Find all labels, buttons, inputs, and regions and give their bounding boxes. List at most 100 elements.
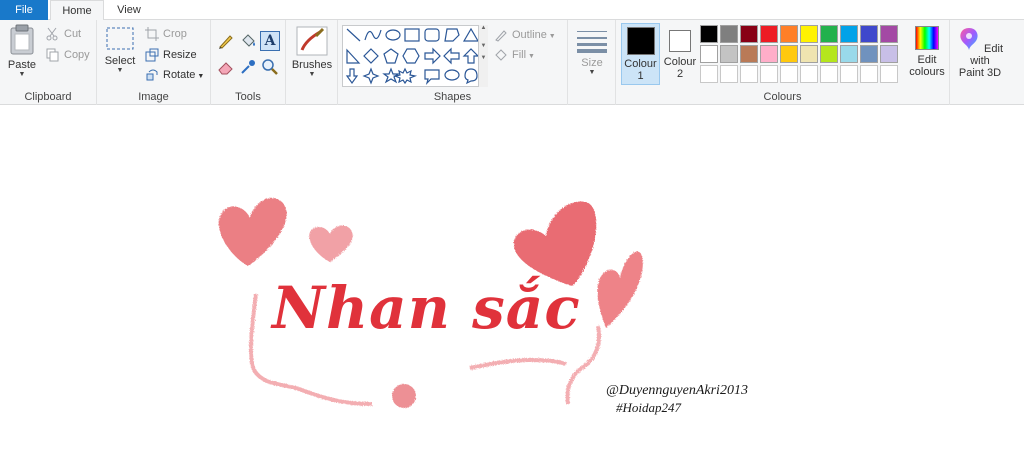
colour2-swatch: [669, 30, 691, 52]
rotate-button[interactable]: Rotate ▼: [145, 66, 204, 84]
palette-swatch[interactable]: [740, 45, 758, 63]
heart-drawing-1: [218, 197, 287, 266]
cut-label: Cut: [64, 28, 82, 40]
pencil-icon[interactable]: [217, 32, 235, 50]
paint3d-label-2: Paint 3D: [958, 67, 1002, 79]
resize-button[interactable]: Resize: [145, 46, 197, 64]
paste-button[interactable]: Paste ▼: [4, 24, 40, 79]
cut-button[interactable]: Cut: [46, 25, 81, 43]
shapes-group: ▲ ▼ ▼ Outline ▼ Fill ▼ Shapes: [338, 20, 568, 105]
select-button[interactable]: Select ▼: [103, 26, 137, 75]
brushes-group: Brushes ▼: [286, 20, 338, 105]
palette-custom-slot[interactable]: [780, 65, 798, 83]
brushes-button[interactable]: Brushes ▼: [290, 26, 334, 79]
palette-swatch[interactable]: [860, 25, 878, 43]
palette-swatch[interactable]: [820, 25, 838, 43]
copy-icon: [46, 48, 59, 62]
shapes-gallery-scroll[interactable]: ▲ ▼ ▼: [478, 25, 488, 87]
palette-custom-slot[interactable]: [720, 65, 738, 83]
palette-custom-slot[interactable]: [800, 65, 818, 83]
paint3d-group: Edit with Paint 3D: [950, 20, 1010, 105]
colour2-button[interactable]: Colour 2: [662, 23, 698, 85]
chevron-down-icon: ▼: [588, 69, 596, 76]
chevron-down-icon: ▼: [116, 67, 124, 74]
paste-label: Paste: [7, 59, 37, 71]
shapes-gallery[interactable]: [342, 25, 488, 87]
palette-custom-slot[interactable]: [840, 65, 858, 83]
shapes-gallery-icons: [345, 27, 480, 85]
edit-with-paint3d-button[interactable]: Edit with Paint 3D: [952, 26, 1008, 79]
tab-file[interactable]: File: [0, 0, 48, 20]
palette-swatch[interactable]: [780, 25, 798, 43]
colour-picker-icon[interactable]: [239, 58, 257, 76]
image-group-label: Image: [138, 91, 169, 103]
fill-button[interactable]: Fill ▼: [494, 46, 535, 64]
fill-bucket-icon: [495, 49, 507, 61]
colour1-label: Colour: [624, 58, 657, 70]
selection-rectangle-icon: [106, 27, 134, 50]
magnifier-icon[interactable]: [261, 58, 279, 76]
watermark-tag: #Hoidap247: [616, 400, 681, 415]
text-tool-icon[interactable]: A: [260, 31, 280, 51]
palette-custom-slot[interactable]: [880, 65, 898, 83]
palette-swatch[interactable]: [860, 45, 878, 63]
colour-palette: [700, 25, 910, 87]
palette-swatch[interactable]: [800, 45, 818, 63]
image-group: Select ▼ Crop Resize Rotate ▼ Image: [97, 20, 211, 105]
crayon-dot: [392, 384, 416, 408]
palette-custom-slot[interactable]: [860, 65, 878, 83]
palette-swatch[interactable]: [760, 25, 778, 43]
tab-view[interactable]: View: [106, 0, 152, 20]
fill-bucket-icon[interactable]: [239, 32, 257, 50]
line-width-icon: [577, 31, 607, 53]
clipboard-icon: [10, 24, 34, 55]
palette-swatch[interactable]: [880, 25, 898, 43]
chevron-down-icon: ▼: [308, 71, 316, 78]
outline-button[interactable]: Outline ▼: [494, 26, 556, 44]
palette-custom-slot[interactable]: [700, 65, 718, 83]
tools-group-label: Tools: [235, 91, 261, 103]
drawing-canvas[interactable]: Nhan sắc @DuyennguyenAkri2013 #Hoidap247: [0, 106, 1024, 467]
palette-swatch[interactable]: [840, 45, 858, 63]
tab-home[interactable]: Home: [50, 0, 104, 21]
rotate-label: Rotate: [163, 69, 196, 81]
palette-swatch[interactable]: [820, 45, 838, 63]
colours-group: Colour 1 Colour 2 Edit colours Colours: [616, 20, 950, 105]
palette-swatch[interactable]: [720, 45, 738, 63]
palette-swatch[interactable]: [740, 25, 758, 43]
colour1-swatch: [626, 27, 655, 55]
clipboard-group-label: Clipboard: [24, 91, 72, 103]
ribbon: Paste ▼ Cut Copy Clipboard Select ▼ Crop…: [0, 20, 1024, 105]
palette-swatch[interactable]: [700, 45, 718, 63]
colour1-button[interactable]: Colour 1: [621, 23, 660, 85]
clipboard-group: Paste ▼ Cut Copy Clipboard: [0, 20, 97, 105]
eraser-icon[interactable]: [217, 58, 235, 76]
tools-group: A Tools: [211, 20, 286, 105]
brushes-label: Brushes: [291, 59, 333, 71]
chevron-down-icon: ▼: [18, 71, 26, 78]
palette-swatch[interactable]: [760, 45, 778, 63]
colour2-label: Colour: [663, 56, 697, 68]
colours-group-label: Colours: [763, 91, 802, 103]
select-label: Select: [104, 55, 136, 67]
palette-swatch[interactable]: [840, 25, 858, 43]
palette-swatch[interactable]: [720, 25, 738, 43]
colour-spectrum-icon: [915, 26, 939, 50]
palette-custom-slot[interactable]: [760, 65, 778, 83]
edit-colours-button[interactable]: Edit colours: [906, 26, 948, 78]
resize-icon: [145, 48, 159, 62]
size-button[interactable]: Size ▼: [574, 28, 610, 77]
copy-button[interactable]: Copy: [46, 46, 90, 64]
palette-swatch[interactable]: [700, 25, 718, 43]
palette-swatch[interactable]: [800, 25, 818, 43]
palette-swatch[interactable]: [880, 45, 898, 63]
outline-label: Outline: [512, 29, 547, 41]
crop-button[interactable]: Crop: [145, 25, 187, 43]
crop-label: Crop: [163, 28, 187, 40]
palette-swatch[interactable]: [780, 45, 798, 63]
colour1-num: 1: [637, 70, 644, 82]
size-label: Size: [581, 57, 603, 69]
palette-custom-slot[interactable]: [740, 65, 758, 83]
paint3d-icon: [960, 28, 978, 50]
palette-custom-slot[interactable]: [820, 65, 838, 83]
